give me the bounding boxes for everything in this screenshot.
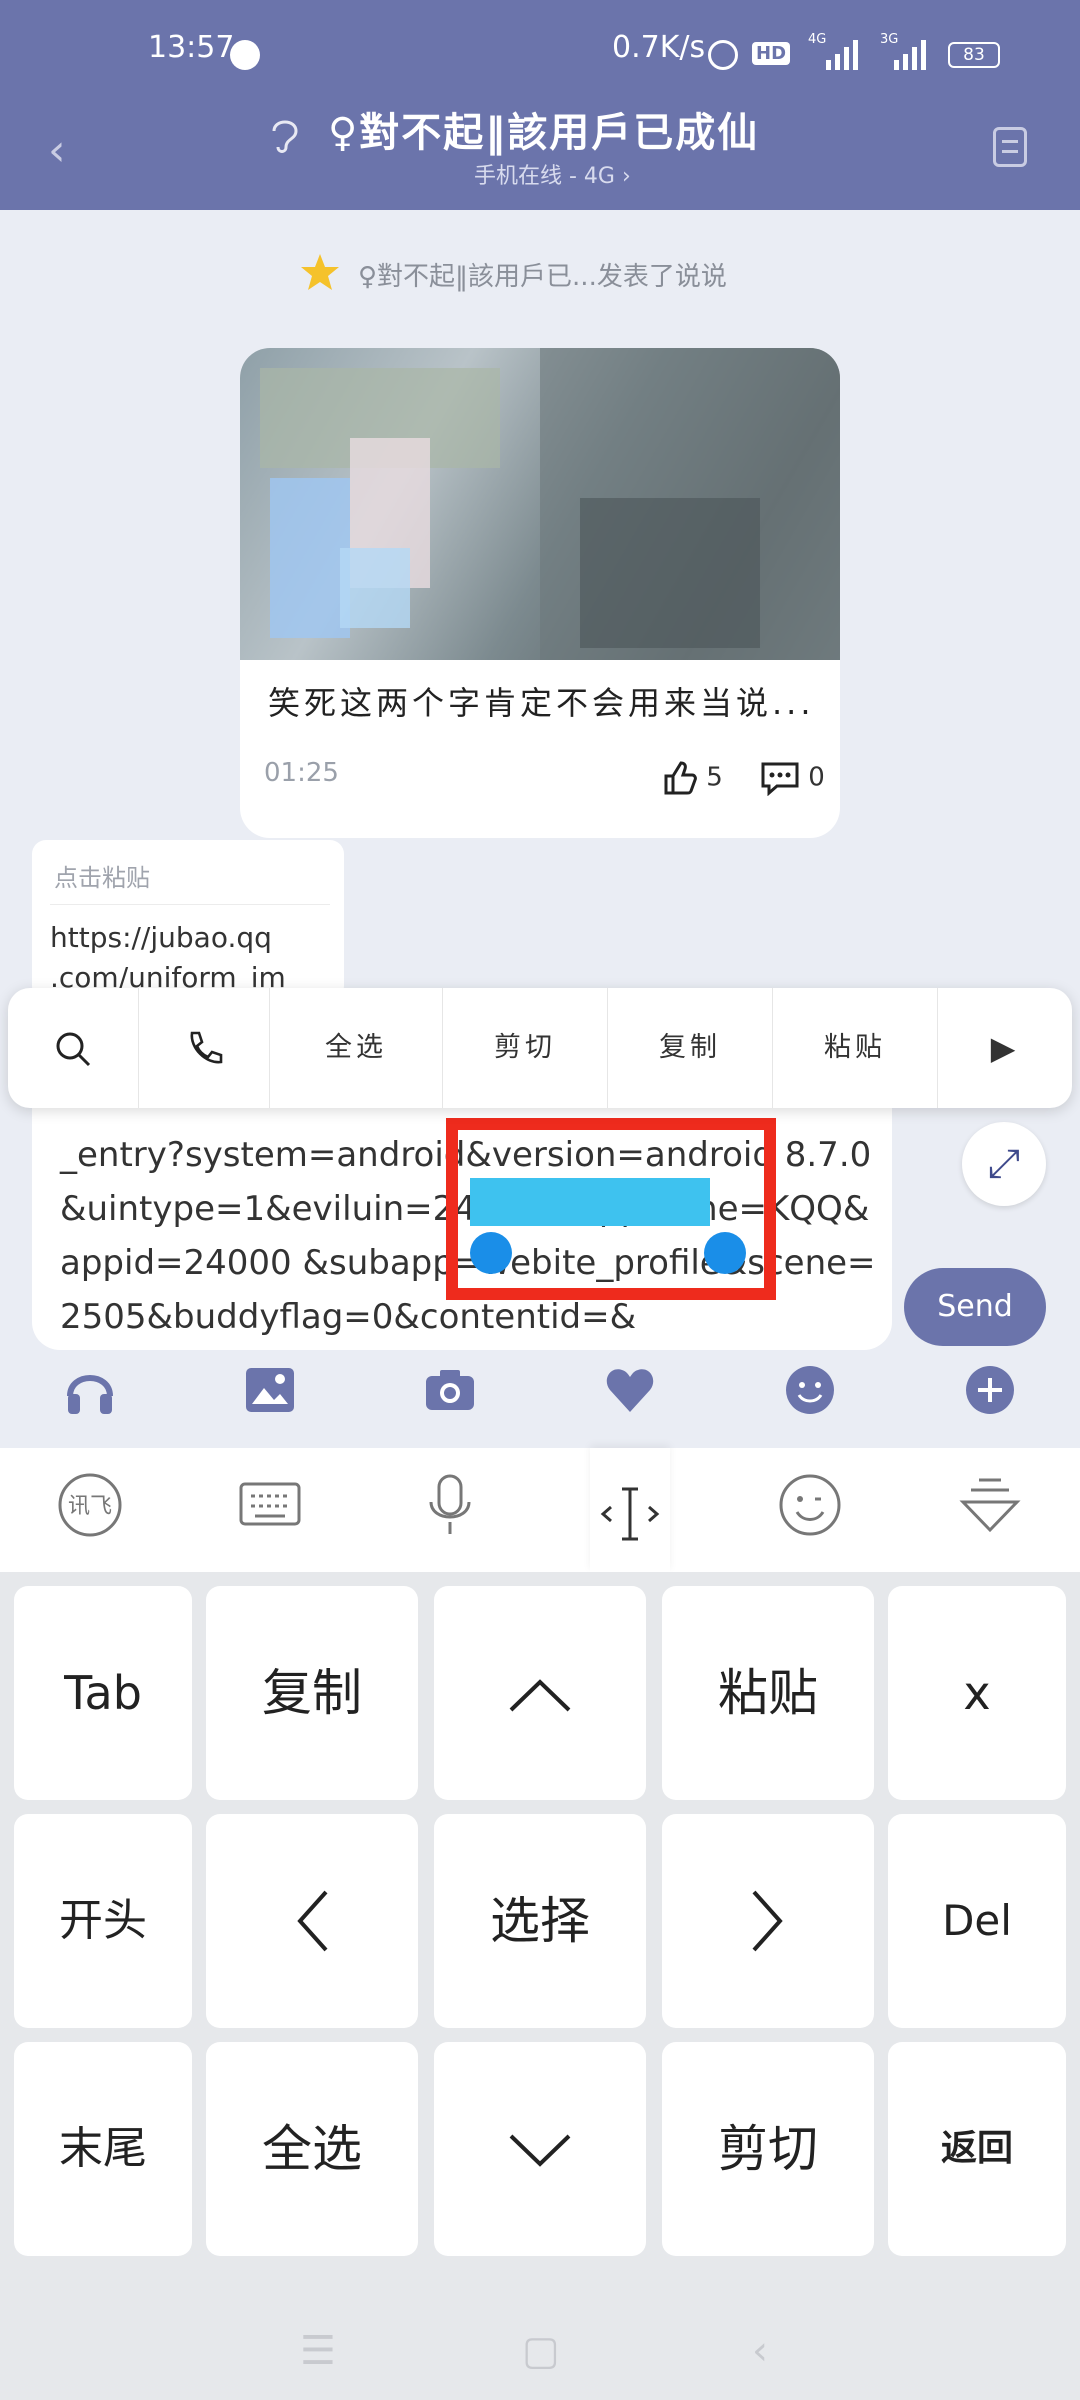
- comment-count: 0: [808, 762, 825, 793]
- shared-post-card[interactable]: 笑死这两个字肯定不会用来当说... 01:25 5 0: [240, 348, 840, 838]
- nav-back-icon[interactable]: ‹: [752, 2328, 768, 2374]
- hd-badge: HD: [752, 42, 791, 65]
- smile-icon[interactable]: [770, 1472, 850, 1552]
- expand-icon[interactable]: ⤢: [962, 1122, 1046, 1206]
- more-arrow-icon[interactable]: ▶: [938, 988, 1072, 1108]
- status-net-speed: 0.7K/s: [612, 30, 706, 65]
- mic-icon[interactable]: [410, 1472, 490, 1552]
- chat-title[interactable]: ♀對不起‖該用戶已成仙: [328, 100, 759, 158]
- status-time: 13:57: [148, 30, 235, 65]
- key-right[interactable]: [662, 1814, 874, 2028]
- feed-notice[interactable]: ♀對不起‖該用戶已...发表了说说: [358, 256, 727, 293]
- chat-toolbar: [0, 1362, 1080, 1442]
- system-nav-bar: ☰ ▢ ‹: [0, 2300, 1080, 2400]
- key-tab[interactable]: Tab: [14, 1586, 192, 1800]
- signal-4g-icon: [824, 38, 864, 72]
- nav-home-icon[interactable]: ▢: [522, 2328, 560, 2374]
- key-x[interactable]: x: [888, 1586, 1066, 1800]
- plus-icon[interactable]: [960, 1362, 1020, 1422]
- post-caption: 笑死这两个字肯定不会用来当说...: [268, 684, 815, 722]
- video-duration: 01:25: [264, 758, 339, 788]
- key-down[interactable]: [434, 2042, 646, 2256]
- paste-suggestion[interactable]: 点击粘贴 https://jubao.qq .com/uniform_im: [32, 840, 344, 1000]
- key-delete[interactable]: Del: [888, 1814, 1066, 2028]
- edit-keyboard: Tab 复制 粘贴 x 开头 选择 Del 末尾 全选 剪切 返回: [0, 1572, 1080, 2400]
- menu-select-all[interactable]: 全选: [270, 988, 442, 1108]
- menu-cut[interactable]: 剪切: [443, 988, 607, 1108]
- phone-icon[interactable]: [139, 988, 269, 1108]
- menu-icon[interactable]: [993, 127, 1027, 167]
- divider: [50, 904, 330, 905]
- menu-paste[interactable]: 粘贴: [773, 988, 937, 1108]
- headphones-icon[interactable]: [60, 1362, 120, 1422]
- online-status[interactable]: 手机在线 - 4G ›: [474, 158, 631, 190]
- annotation-box: [446, 1118, 776, 1300]
- send-button[interactable]: Send: [904, 1268, 1046, 1346]
- key-select-all[interactable]: 全选: [206, 2042, 418, 2256]
- alarm-icon: [708, 40, 738, 70]
- menu-copy[interactable]: 复制: [608, 988, 772, 1108]
- paste-hint[interactable]: 点击粘贴: [54, 858, 150, 893]
- svg-text:讯飞: 讯飞: [68, 1494, 112, 1519]
- ear-icon: [268, 115, 302, 165]
- comment-button[interactable]: 0: [760, 760, 825, 797]
- like-count: 5: [706, 762, 723, 793]
- key-up[interactable]: [434, 1586, 646, 1800]
- key-paste[interactable]: 粘贴: [662, 1586, 874, 1800]
- paste-preview[interactable]: https://jubao.qq .com/uniform_im: [50, 918, 286, 998]
- signal-3g-icon: [892, 38, 932, 72]
- post-thumbnail[interactable]: [240, 348, 840, 660]
- camera-icon[interactable]: [420, 1362, 480, 1422]
- chat-header: 13:57 0.7K/s HD 4G 3G 83 ‹ ♀對不起‖該用戶已成仙 手…: [0, 0, 1080, 210]
- key-end[interactable]: 末尾: [14, 2042, 192, 2256]
- key-home[interactable]: 开头: [14, 1814, 192, 2028]
- key-copy[interactable]: 复制: [206, 1586, 418, 1800]
- text-context-menu: 全选 剪切 复制 粘贴 ▶: [8, 988, 1072, 1108]
- emoji-icon[interactable]: [780, 1362, 840, 1422]
- back-button[interactable]: ‹: [48, 125, 66, 176]
- like-button[interactable]: 5: [662, 760, 723, 796]
- image-icon[interactable]: [240, 1362, 300, 1422]
- key-cut[interactable]: 剪切: [662, 2042, 874, 2256]
- nav-menu-icon[interactable]: ☰: [300, 2328, 336, 2374]
- key-left[interactable]: [206, 1814, 418, 2028]
- search-icon[interactable]: [8, 988, 138, 1108]
- ifly-icon[interactable]: 讯飞: [50, 1472, 130, 1552]
- battery-indicator: 83: [948, 42, 1000, 68]
- record-icon: [230, 40, 260, 70]
- keyboard-toolbar: 讯飞: [0, 1448, 1080, 1572]
- key-select[interactable]: 选择: [434, 1814, 646, 2028]
- qzone-star-icon: [300, 252, 340, 292]
- heart-icon[interactable]: [600, 1362, 660, 1422]
- cursor-icon[interactable]: [590, 1448, 670, 1572]
- keyboard-icon[interactable]: [230, 1472, 310, 1552]
- collapse-icon[interactable]: [950, 1472, 1030, 1552]
- key-return[interactable]: 返回: [888, 2042, 1066, 2256]
